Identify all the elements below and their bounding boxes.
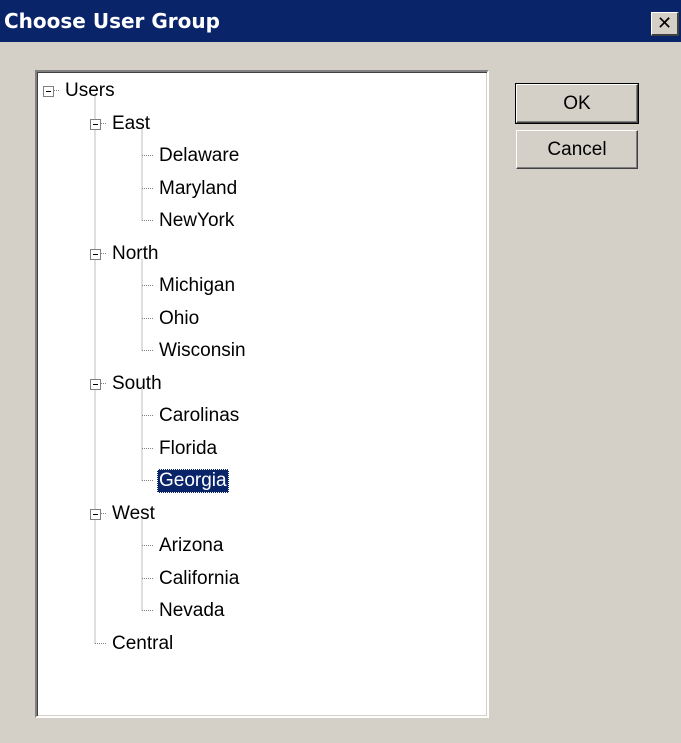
- tree-node-users[interactable]: Users: [63, 79, 117, 103]
- tree-node-north[interactable]: North: [110, 242, 160, 266]
- collapse-icon[interactable]: [90, 248, 101, 260]
- title-bar[interactable]: Choose User Group ✕: [0, 0, 681, 42]
- collapse-icon[interactable]: [43, 85, 54, 97]
- tree-node-nevada[interactable]: Nevada: [157, 599, 227, 623]
- tree-node-delaware[interactable]: Delaware: [157, 144, 241, 168]
- tree-node-wisconsin[interactable]: Wisconsin: [157, 339, 248, 363]
- tree-node-arizona[interactable]: Arizona: [157, 534, 225, 558]
- tree-node-florida[interactable]: Florida: [157, 437, 219, 461]
- tree-node-ohio[interactable]: Ohio: [157, 307, 201, 331]
- dialog-title: Choose User Group: [4, 9, 220, 33]
- cancel-button[interactable]: Cancel: [516, 130, 638, 169]
- tree-node-carolinas[interactable]: Carolinas: [157, 404, 241, 428]
- tree-node-maryland[interactable]: Maryland: [157, 177, 239, 201]
- tree-node-west[interactable]: West: [110, 502, 157, 526]
- tree-node-central[interactable]: Central: [110, 632, 175, 656]
- ok-button[interactable]: OK: [515, 83, 639, 124]
- tree-node-newyork[interactable]: NewYork: [157, 209, 236, 233]
- tree-connector-lines: [54, 90, 154, 644]
- tree-node-south[interactable]: South: [110, 372, 164, 396]
- tree-node-georgia[interactable]: Georgia: [157, 468, 229, 493]
- collapse-icon[interactable]: [90, 118, 101, 130]
- close-button[interactable]: ✕: [651, 12, 679, 36]
- tree-node-east[interactable]: East: [110, 112, 152, 136]
- close-icon: ✕: [656, 12, 673, 34]
- tree-node-california[interactable]: California: [157, 567, 241, 591]
- choose-user-group-dialog: Choose User Group ✕ Users East Delaware Mar…: [0, 0, 681, 743]
- tree-node-michigan[interactable]: Michigan: [157, 274, 237, 298]
- collapse-icon[interactable]: [90, 508, 101, 520]
- ok-button-label: OK: [563, 92, 591, 114]
- cancel-button-label: Cancel: [547, 138, 607, 160]
- user-group-tree[interactable]: Users East Delaware Maryland NewYork North Mic…: [35, 70, 489, 718]
- collapse-icon[interactable]: [90, 378, 101, 390]
